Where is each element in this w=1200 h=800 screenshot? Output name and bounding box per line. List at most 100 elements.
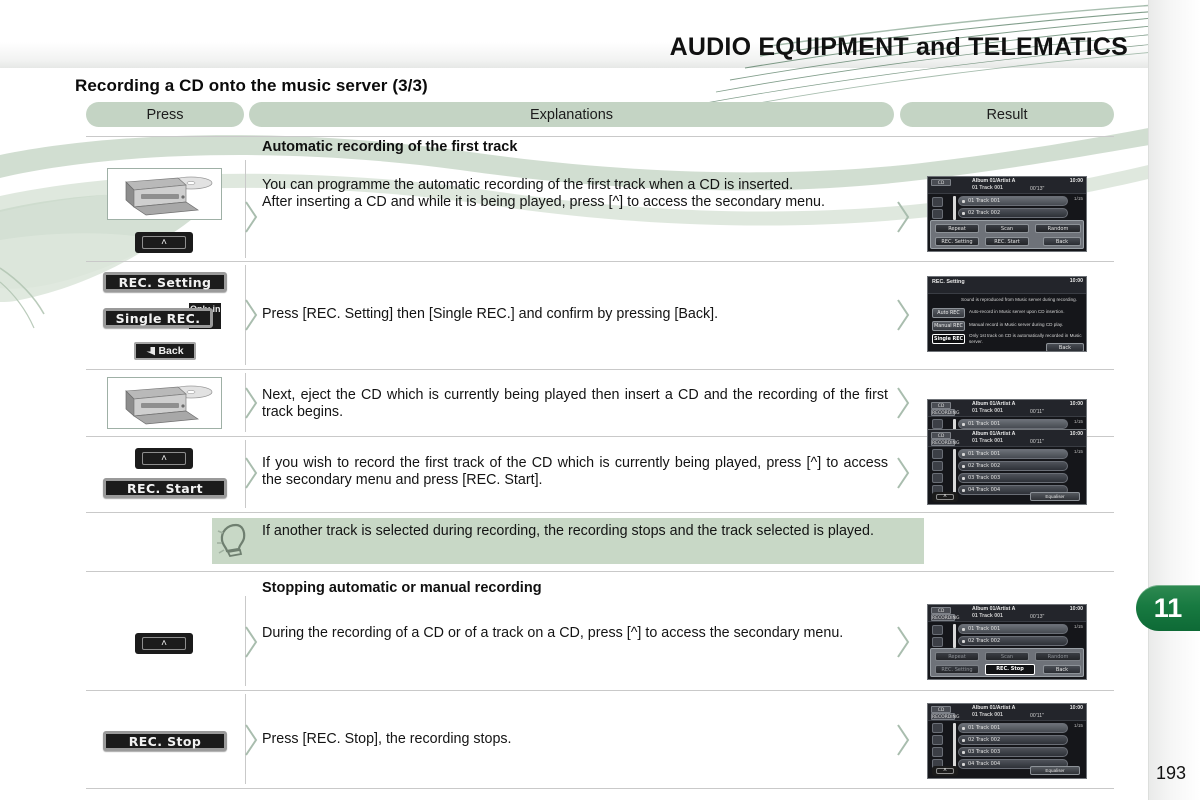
screen-secondary-menu: Repeat Scan Random REC. Setting REC. Sta… bbox=[930, 220, 1084, 249]
row-divider bbox=[86, 136, 1114, 137]
screen-menu-back[interactable]: Back bbox=[1043, 237, 1081, 246]
screen-track-item[interactable]: 01 Track 001 bbox=[958, 419, 1068, 429]
screen-menu-repeat[interactable]: Repeat bbox=[935, 652, 979, 661]
screen-elapsed: 00'13" bbox=[1030, 186, 1045, 192]
screen-track-item[interactable]: 03 Track 003 bbox=[958, 473, 1068, 483]
screen-back-button[interactable]: Back bbox=[1046, 343, 1084, 351]
screen-equaliser-button[interactable]: Equaliser bbox=[1030, 492, 1080, 501]
screen-auto-rec-option[interactable]: Auto REC bbox=[932, 308, 965, 318]
screen-status-bar: CD RECORDING Album 01/Artist A 01 Track … bbox=[928, 605, 1086, 622]
chevron-right-icon bbox=[245, 299, 258, 331]
screen-caret-button[interactable]: ˄ bbox=[932, 766, 958, 776]
caret-button[interactable]: ˄ bbox=[135, 232, 193, 253]
screen-album: Album 01/Artist A bbox=[972, 705, 1016, 711]
caret-up-icon: ˄ bbox=[142, 637, 186, 650]
screen-rec-setting-title: REC. Setting bbox=[932, 279, 965, 285]
screen-single-rec-option[interactable]: Single REC bbox=[932, 334, 965, 344]
return-arrow-icon bbox=[146, 346, 156, 356]
screen-manual-rec-option[interactable]: Manual REC bbox=[932, 321, 965, 331]
rail-divider bbox=[1148, 0, 1149, 800]
screen-side-button[interactable] bbox=[932, 637, 943, 647]
screen-menu-rec-stop[interactable]: REC. Stop bbox=[985, 664, 1035, 675]
screen-menu-scan[interactable]: Scan bbox=[985, 652, 1029, 661]
row-1-text: You can programme the automatic recordin… bbox=[262, 177, 888, 211]
screen-clock: 10:00 bbox=[1069, 606, 1083, 612]
screen-menu-back[interactable]: Back bbox=[1043, 665, 1081, 674]
screen-menu-rec-setting[interactable]: REC. Setting bbox=[935, 237, 979, 246]
screen-side-button[interactable] bbox=[932, 209, 943, 219]
screen-scrollbar[interactable] bbox=[953, 624, 956, 648]
chapter-tab[interactable]: 11 bbox=[1136, 585, 1200, 631]
screen-track-line: 01 Track 001 bbox=[972, 712, 1003, 718]
row-divider bbox=[86, 512, 1114, 513]
screen-track-item[interactable]: 03 Track 003 bbox=[958, 747, 1068, 757]
screen-source-badge: CD bbox=[931, 402, 951, 409]
caret-button[interactable]: ˄ bbox=[135, 448, 193, 469]
screen-clock: 10:00 bbox=[1069, 705, 1083, 711]
screen-side-button[interactable] bbox=[932, 747, 943, 757]
screen-menu-random[interactable]: Random bbox=[1035, 224, 1081, 233]
chevron-right-icon bbox=[245, 626, 258, 658]
screen-elapsed: 00'13" bbox=[1030, 614, 1045, 620]
screen-clock: 10:00 bbox=[1069, 278, 1083, 284]
screen-album: Album 01/Artist A bbox=[972, 606, 1016, 612]
cd-player-photo bbox=[107, 168, 222, 220]
screen-menu-repeat[interactable]: Repeat bbox=[935, 224, 979, 233]
screen-status-bar: CD Album 01/Artist A 01 Track 001 10:00 bbox=[928, 177, 1086, 194]
screen-menu-rec-start[interactable]: REC. Start bbox=[985, 237, 1029, 246]
cd-player-photo bbox=[107, 377, 222, 429]
screen-side-button[interactable] bbox=[932, 735, 943, 745]
result-screen-cd-list-recording: CD RECORDING Album 01/Artist A 01 Track … bbox=[927, 429, 1087, 505]
screen-album: Album 01/Artist A bbox=[972, 178, 1016, 184]
screen-track-item[interactable]: 01 Track 001 bbox=[958, 449, 1068, 459]
screen-scrollbar[interactable] bbox=[953, 449, 956, 497]
screen-scrollbar[interactable] bbox=[953, 196, 956, 220]
screen-side-button[interactable] bbox=[932, 197, 943, 207]
screen-menu-scan[interactable]: Scan bbox=[985, 224, 1029, 233]
screen-track-item[interactable]: 02 Track 002 bbox=[958, 461, 1068, 471]
screen-side-button[interactable] bbox=[932, 419, 943, 429]
screen-track-item[interactable]: 02 Track 002 bbox=[958, 735, 1068, 745]
row-divider bbox=[86, 788, 1114, 789]
screen-track-item[interactable]: 02 Track 002 bbox=[958, 208, 1068, 218]
screen-menu-random[interactable]: Random bbox=[1035, 652, 1081, 661]
screen-elapsed: 00'11" bbox=[1030, 409, 1044, 415]
screen-status-bar: CD RECORDING Album 01/Artist A 01 Track … bbox=[928, 400, 1086, 417]
screen-equaliser-button[interactable]: Equaliser bbox=[1030, 766, 1080, 775]
chevron-right-icon bbox=[897, 387, 910, 419]
caret-button[interactable]: ˄ bbox=[135, 633, 193, 654]
row-divider bbox=[86, 690, 1114, 691]
chevron-right-icon bbox=[245, 201, 258, 233]
screen-caret-button[interactable]: ˄ bbox=[932, 492, 958, 502]
page-title: AUDIO EQUIPMENT and TELEMATICS bbox=[669, 33, 1128, 61]
screen-side-button[interactable] bbox=[932, 461, 943, 471]
screen-side-button[interactable] bbox=[932, 723, 943, 733]
row-1-line-2: After inserting a CD and while it is bei… bbox=[262, 194, 825, 210]
screen-track-item[interactable]: 01 Track 001 bbox=[958, 723, 1068, 733]
screen-side-button[interactable] bbox=[932, 625, 943, 635]
chevron-right-icon bbox=[897, 299, 910, 331]
screen-track-item[interactable]: 01 Track 001 bbox=[958, 196, 1068, 206]
column-header-press: Press bbox=[86, 102, 244, 127]
screen-track-counter: 1/15 bbox=[1074, 723, 1083, 728]
screen-menu-rec-setting[interactable]: REC. Setting bbox=[935, 665, 979, 674]
screen-side-button[interactable] bbox=[932, 473, 943, 483]
result-screen-cd-stopped: CD RECORDING Album 01/Artist A 01 Track … bbox=[927, 703, 1087, 779]
screen-scrollbar[interactable] bbox=[953, 723, 956, 771]
lightbulb-icon bbox=[217, 523, 246, 558]
screen-track-item[interactable]: 01 Track 001 bbox=[958, 624, 1068, 634]
caret-up-icon: ˄ bbox=[936, 768, 954, 774]
screen-track-line: 01 Track 001 bbox=[972, 438, 1003, 444]
screen-clock: 10:00 bbox=[1069, 431, 1083, 437]
screen-clock: 10:00 bbox=[1069, 401, 1083, 407]
screen-side-button[interactable] bbox=[932, 449, 943, 459]
screen-source-badge: CD bbox=[931, 706, 951, 713]
chevron-right-icon bbox=[245, 724, 258, 756]
screen-album: Album 01/Artist A bbox=[972, 431, 1016, 437]
rec-setting-button[interactable]: REC. Setting bbox=[103, 272, 227, 292]
screen-track-item[interactable]: 02 Track 002 bbox=[958, 636, 1068, 646]
rec-start-button[interactable]: REC. Start bbox=[103, 478, 227, 498]
single-rec-button[interactable]: Single REC. bbox=[103, 308, 213, 328]
back-button[interactable]: Back bbox=[134, 342, 196, 360]
rec-stop-button[interactable]: REC. Stop bbox=[103, 731, 227, 751]
